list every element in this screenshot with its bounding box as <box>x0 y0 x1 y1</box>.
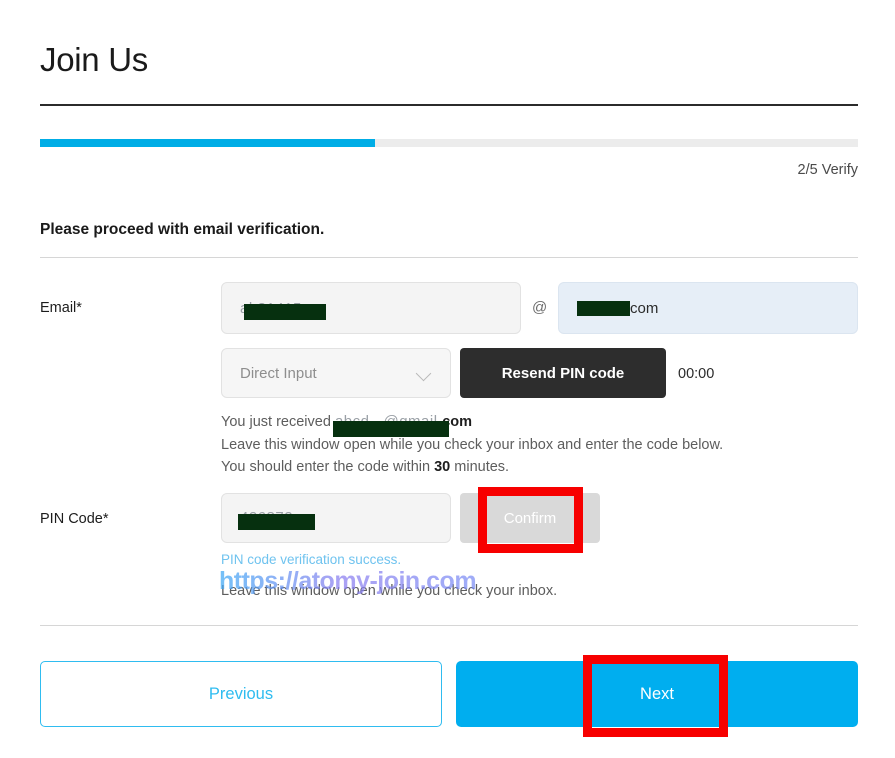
resend-pin-code-button[interactable]: Resend PIN code <box>460 348 666 398</box>
chevron-down-icon <box>416 365 432 381</box>
progress-bar-track <box>40 139 858 147</box>
pin-helper-text: Leave this window open while you check y… <box>221 583 558 599</box>
email-domain-input[interactable]: com <box>558 282 858 334</box>
title-divider <box>40 104 858 106</box>
progress-bar-fill <box>40 139 376 147</box>
redaction-bar <box>577 300 630 316</box>
instruction-text: Please proceed with email verification. <box>40 221 325 238</box>
form-bottom-divider <box>40 625 858 626</box>
helper-line-keep-open: Leave this window open while you check y… <box>221 436 724 453</box>
email-domain-suffix: com <box>630 299 659 317</box>
email-provider-select[interactable]: Direct Input <box>221 348 451 398</box>
at-symbol: @ <box>532 299 548 316</box>
previous-button[interactable]: Previous <box>40 661 442 727</box>
page-title: Join Us <box>40 41 148 78</box>
email-local-redacted: ah31415 <box>240 300 326 320</box>
email-label: Email* <box>40 300 82 316</box>
confirm-pin-button[interactable]: Confirm <box>460 493 600 543</box>
helper-line-expiry: You should enter the code within 30 minu… <box>221 459 510 475</box>
pin-code-input[interactable]: 426872 <box>221 493 451 543</box>
pin-success-message: PIN code verification success. <box>221 552 402 567</box>
next-button[interactable]: Next <box>456 661 858 727</box>
email-local-input[interactable]: ah31415 <box>221 282 521 334</box>
pin-countdown-timer: 00:00 <box>678 366 715 382</box>
step-indicator: 2/5 Verify <box>797 162 858 178</box>
pin-code-label: PIN Code* <box>40 511 109 527</box>
pin-code-redacted: 426872 <box>238 509 315 530</box>
join-us-page: Join Us 2/5 Verify Please proceed with e… <box>0 0 895 758</box>
helper-line-received: You just received abcd...@gmail.com <box>221 411 472 437</box>
email-provider-select-value: Direct Input <box>240 364 317 382</box>
form-top-divider <box>40 257 858 258</box>
redaction-bar <box>238 514 315 530</box>
redaction-bar <box>244 303 326 320</box>
